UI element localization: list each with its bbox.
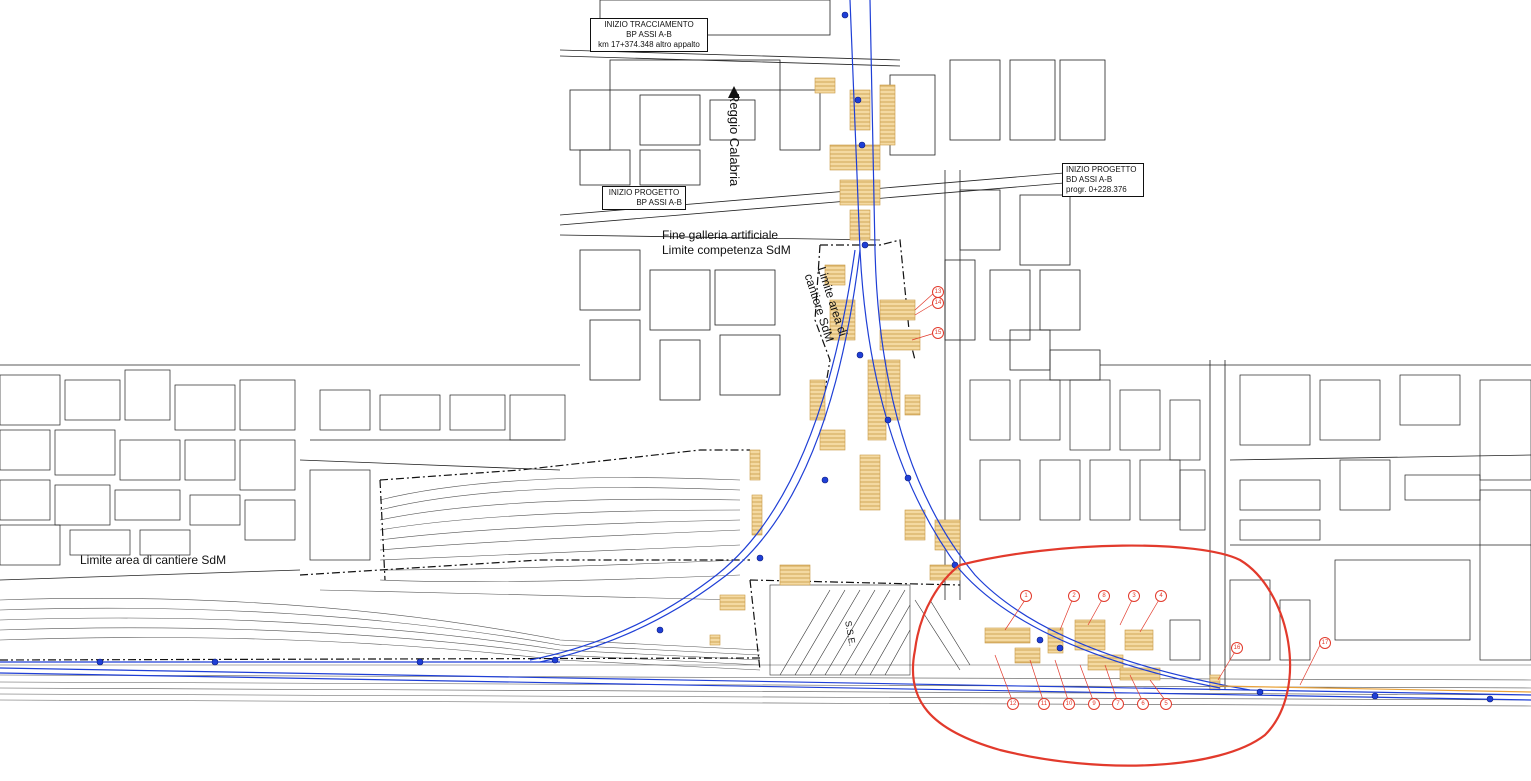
callout-17: 17 (1319, 637, 1331, 649)
sse-platform (769, 584, 971, 676)
fine-galleria-label: Fine galleria artificiale (662, 228, 779, 242)
alignment-nodes (96, 11, 1494, 703)
callout-12: 12 (1007, 698, 1019, 710)
callout-14: 14 (932, 297, 944, 309)
callout-1: 1 (1020, 590, 1032, 602)
callout-2: 2 (1068, 590, 1080, 602)
site-plan-map (0, 0, 1531, 767)
callout-5: 5 (1160, 698, 1172, 710)
callout-15: 15 (932, 327, 944, 339)
inizio-progetto-bp-box: INIZIO PROGETTO BP ASSI A-B (602, 186, 686, 210)
limite-competenza-label: Limite competenza SdM (662, 243, 791, 257)
reggio-calabria-label: Reggio Calabria (727, 93, 742, 187)
streets (0, 49, 1531, 690)
west-blocks (0, 369, 566, 566)
callout-3: 3 (1128, 590, 1140, 602)
callout-8: 8 (1098, 590, 1110, 602)
callout-10: 10 (1063, 698, 1075, 710)
limite-area-bottom-label: Limite area di cantiere SdM (80, 553, 227, 567)
callout-6: 6 (1137, 698, 1149, 710)
inizio-tracciamento-box: INIZIO TRACCIAMENTO BP ASSI A-B km 17+37… (590, 18, 708, 52)
callout-9: 9 (1088, 698, 1100, 710)
rail-alignments (0, 0, 1531, 701)
callout-leaders (911, 291, 1321, 701)
reggio-arrow-icon (728, 86, 740, 98)
orange-line (1219, 685, 1531, 693)
callout-16: 16 (1231, 642, 1243, 654)
callout-11: 11 (1038, 698, 1050, 710)
callout-7: 7 (1112, 698, 1124, 710)
east-blocks (969, 374, 1531, 661)
callout-4: 4 (1155, 590, 1167, 602)
inizio-progetto-bd-box: INIZIO PROGETTO BD ASSI A-B progr. 0+228… (1062, 163, 1144, 197)
